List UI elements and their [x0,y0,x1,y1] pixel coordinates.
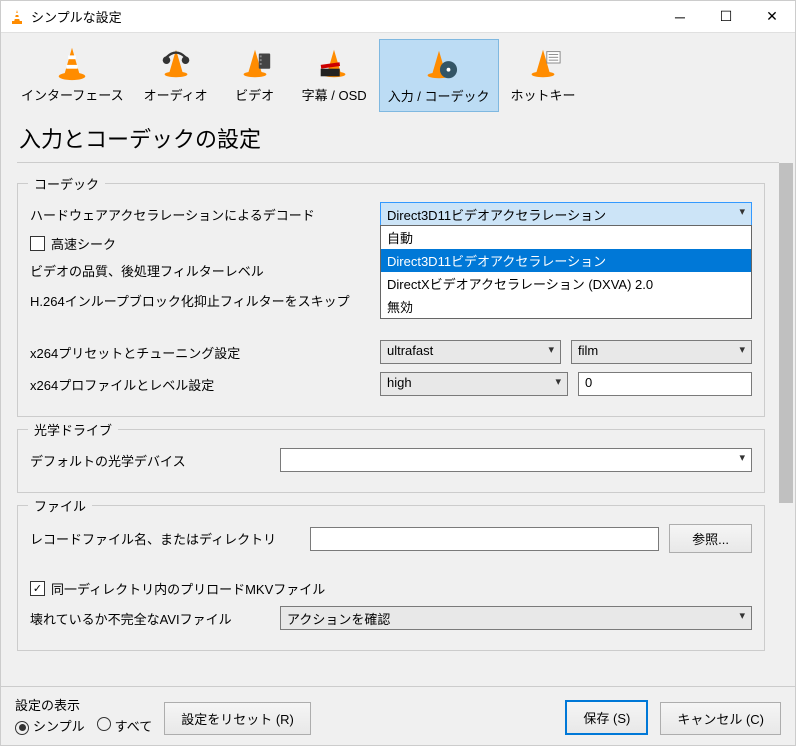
save-button[interactable]: 保存 (S) [565,700,648,735]
optical-group: 光学ドライブ デフォルトの光学デバイス [17,429,765,493]
tab-interface[interactable]: インターフェース [13,39,132,112]
page-title: 入力とコーデックの設定 [1,112,795,162]
combo-value: high [387,375,412,390]
x264-level-input[interactable]: 0 [578,372,752,396]
cancel-button[interactable]: キャンセル (C) [660,702,781,735]
h264-skip-label: H.264インループブロック化抑止フィルターをスキップ [30,291,370,310]
combo-value: Direct3D11ビデオアクセラレーション [387,208,606,223]
browse-button[interactable]: 参照... [669,524,752,553]
tab-label: インターフェース [21,85,124,104]
record-path-label: レコードファイル名、またはディレクトリ [30,529,300,548]
window-controls: ─ ☐ ✕ [657,1,795,33]
hw-decode-combo[interactable]: Direct3D11ビデオアクセラレーション [380,202,752,226]
tab-label: ビデオ [235,85,274,104]
radio-icon [97,717,111,731]
cone-headphones-icon [156,43,196,83]
x264-tune-combo[interactable]: film [571,340,752,364]
record-path-input[interactable] [310,527,659,551]
fast-seek-checkbox[interactable] [30,236,45,251]
tab-audio[interactable]: オーディオ [136,39,216,112]
tab-hotkeys[interactable]: ホットキー [503,39,584,112]
titlebar: シンプルな設定 ─ ☐ ✕ [1,1,795,33]
tab-video[interactable]: ビデオ [220,39,290,112]
group-title: 光学ドライブ [28,420,118,439]
tab-input-codecs[interactable]: 入力 / コーデック [379,39,499,112]
tab-label: 入力 / コーデック [388,86,490,105]
group-title: コーデック [28,174,105,193]
combo-value: ultrafast [387,343,433,358]
broken-avi-combo[interactable]: アクションを確認 [280,606,752,630]
optical-device-combo[interactable] [280,448,752,472]
x264-preset-combo[interactable]: ultrafast [380,340,561,364]
window-title: シンプルな設定 [31,7,657,26]
minimize-button[interactable]: ─ [657,1,703,33]
close-button[interactable]: ✕ [749,1,795,33]
radio-icon [15,721,29,735]
x264-preset-label: x264プリセットとチューニング設定 [30,343,370,362]
preferences-window: シンプルな設定 ─ ☐ ✕ インターフェース オーディオ ビデオ 字幕 / OS… [0,0,796,746]
radio-all[interactable]: すべて [97,716,153,735]
dropdown-option-none[interactable]: 無効 [381,295,751,318]
dropdown-option-auto[interactable]: 自動 [381,226,751,249]
tab-label: 字幕 / OSD [302,85,367,104]
radio-simple[interactable]: シンプル [15,716,85,735]
x264-profile-label: x264プロファイルとレベル設定 [30,375,370,394]
cone-list-icon [523,43,563,83]
reset-button[interactable]: 設定をリセット (R) [164,702,311,735]
cone-clapper-icon [314,43,354,83]
fast-seek-label: 高速シーク [51,234,116,253]
file-group: ファイル レコードファイル名、またはディレクトリ 参照... ✓ 同一ディレクト… [17,505,765,651]
dropdown-option-d3d11[interactable]: Direct3D11ビデオアクセラレーション [381,249,751,272]
preload-mkv-checkbox[interactable]: ✓ [30,581,45,596]
bottom-bar: 設定の表示 シンプル すべて 設定をリセット (R) 保存 (S) キャンセル … [1,686,795,745]
dropdown-option-dxva[interactable]: DirectXビデオアクセラレーション (DXVA) 2.0 [381,272,751,295]
group-title: ファイル [28,496,92,515]
input-value: 0 [585,375,592,390]
maximize-button[interactable]: ☐ [703,1,749,33]
scrollbar-thumb[interactable] [779,163,793,503]
hw-decode-label: ハードウェアアクセラレーションによるデコード [30,205,370,224]
category-tabs: インターフェース オーディオ ビデオ 字幕 / OSD 入力 / コーデック ホ… [1,33,795,112]
vlc-icon [9,9,25,25]
cone-icon [52,43,92,83]
combo-value: film [578,343,598,358]
show-settings-label: 設定の表示 [15,695,152,714]
show-settings-group: 設定の表示 シンプル すべて [15,695,152,735]
settings-content: コーデック ハードウェアアクセラレーションによるデコード Direct3D11ビ… [1,163,777,686]
cone-film-icon [235,43,275,83]
x264-profile-combo[interactable]: high [380,372,568,396]
codec-group: コーデック ハードウェアアクセラレーションによるデコード Direct3D11ビ… [17,183,765,417]
broken-avi-label: 壊れているか不完全なAVIファイル [30,609,270,628]
preload-mkv-label: 同一ディレクトリ内のプリロードMKVファイル [51,579,325,598]
cone-disc-icon [419,44,459,84]
optical-device-label: デフォルトの光学デバイス [30,451,270,470]
hw-decode-dropdown: 自動 Direct3D11ビデオアクセラレーション DirectXビデオアクセラ… [380,225,752,319]
tab-label: ホットキー [511,85,576,104]
tab-subtitles[interactable]: 字幕 / OSD [294,39,375,112]
video-quality-label: ビデオの品質、後処理フィルターレベル [30,261,370,280]
vertical-scrollbar[interactable] [777,163,795,686]
combo-value: アクションを確認 [287,612,390,627]
tab-label: オーディオ [144,85,208,104]
